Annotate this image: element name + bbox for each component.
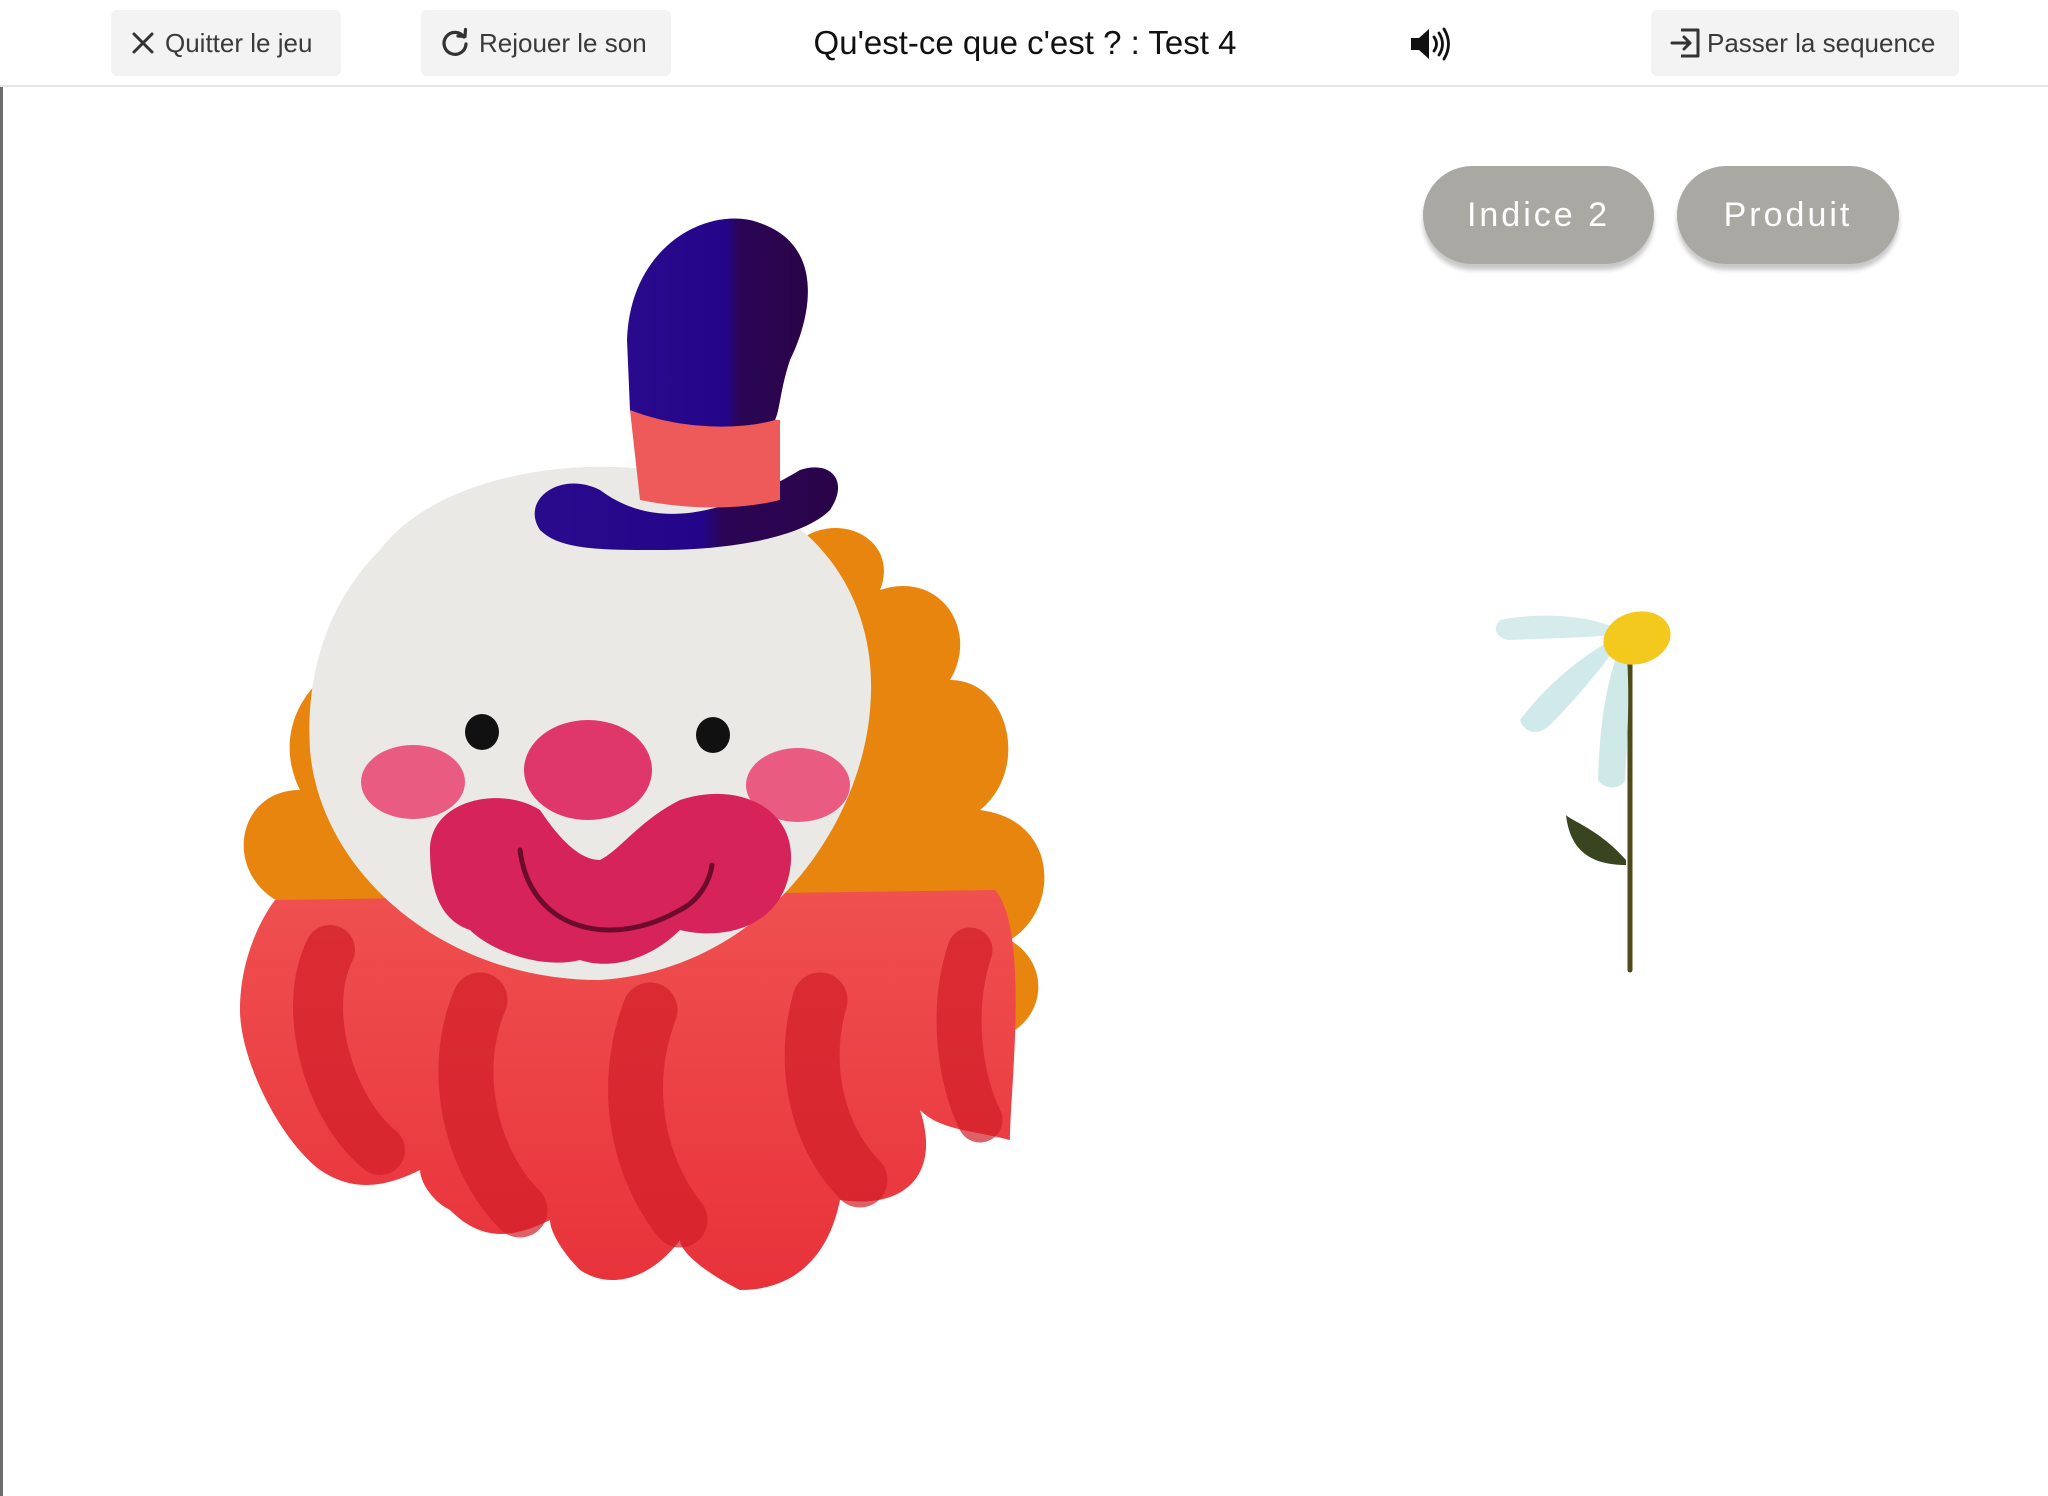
product-button[interactable]: Produit — [1677, 166, 1899, 264]
refresh-icon — [439, 27, 471, 59]
replay-sound-button[interactable]: Rejouer le son — [421, 10, 671, 76]
hint-2-button[interactable]: Indice 2 — [1423, 166, 1654, 264]
exit-icon — [1669, 26, 1703, 60]
game-screen: Quitter le jeu Rejouer le son Qu'est-ce … — [0, 0, 2048, 1496]
replay-sound-label: Rejouer le son — [479, 27, 647, 58]
clown-illustration[interactable] — [180, 210, 1100, 1340]
close-icon — [129, 29, 157, 57]
skip-sequence-label: Passer la sequence — [1707, 27, 1936, 58]
flower-illustration[interactable] — [1480, 600, 1700, 980]
volume-icon[interactable] — [1408, 24, 1458, 64]
window-edge — [0, 0, 3, 1496]
quit-game-label: Quitter le jeu — [165, 27, 313, 58]
skip-sequence-button[interactable]: Passer la sequence — [1651, 10, 1959, 76]
top-toolbar: Quitter le jeu Rejouer le son Qu'est-ce … — [0, 0, 2048, 87]
quit-game-button[interactable]: Quitter le jeu — [111, 10, 341, 76]
page-title: Qu'est-ce que c'est ? : Test 4 — [813, 24, 1237, 61]
